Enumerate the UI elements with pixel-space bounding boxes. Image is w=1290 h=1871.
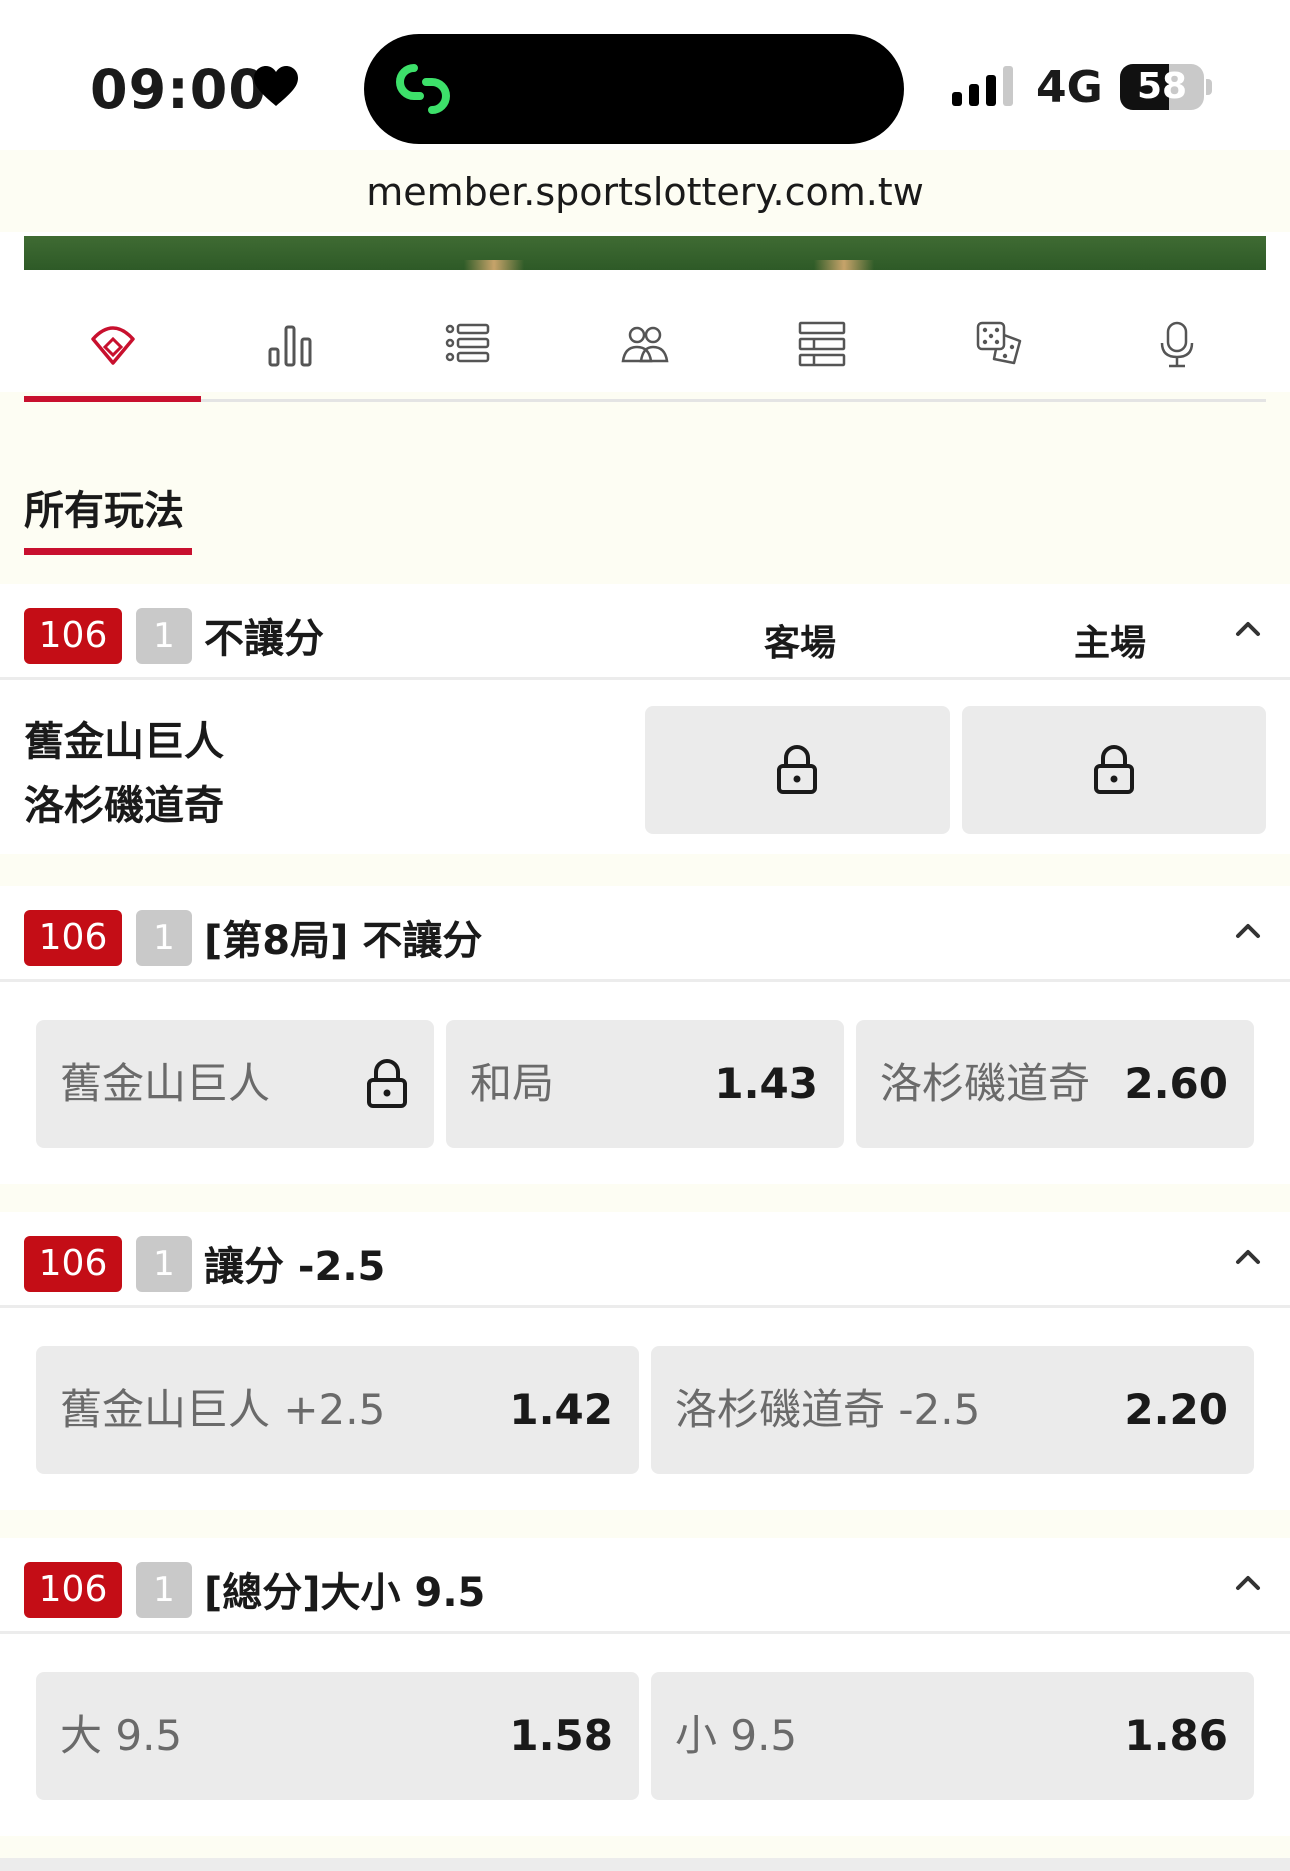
microphone-icon [1160, 321, 1194, 367]
option-odds: 1.43 [714, 1059, 818, 1108]
list-icon [445, 323, 489, 362]
market-number-badge: 1 [136, 608, 192, 664]
nav-tabs [24, 290, 1266, 402]
team-home-name: 洛杉磯道奇 [24, 783, 224, 829]
option-label: 舊金山巨人 +2.5 [60, 1385, 386, 1434]
chevron-up-icon[interactable] [1232, 914, 1264, 946]
column-home: 主場 [1073, 623, 1146, 664]
odds-option[interactable]: 和局 1.43 [446, 1020, 844, 1148]
game-code-badge: 106 [24, 608, 122, 664]
tab-players[interactable] [556, 290, 733, 399]
chevron-up-icon[interactable] [1232, 612, 1264, 644]
odds-option[interactable]: 洛杉磯道奇 -2.5 2.20 [651, 1346, 1254, 1474]
option-odds: 2.60 [1124, 1059, 1228, 1108]
tab-field[interactable] [24, 290, 202, 402]
tab-list[interactable] [379, 290, 556, 399]
battery-indicator: 58 [1120, 64, 1212, 110]
status-bar: 09:00 4G 58 member.sportslottery.com.tw [0, 0, 1290, 214]
team-away-name: 舊金山巨人 [24, 719, 224, 765]
market-number-badge: 1 [136, 1562, 192, 1618]
column-away: 客場 [763, 623, 836, 664]
tab-audio[interactable] [1089, 290, 1266, 399]
odds-option[interactable]: 舊金山巨人 +2.5 1.42 [36, 1346, 639, 1474]
option-label: 舊金山巨人 [60, 1059, 271, 1108]
dice-icon [976, 321, 1022, 364]
market-handicap: 106 1 讓分 -2.5 舊金山巨人 +2.5 1.42 洛杉磯道奇 -2.5… [0, 1212, 1290, 1510]
players-icon [621, 326, 669, 362]
option-odds: 1.58 [509, 1711, 613, 1760]
option-label: 和局 [470, 1059, 555, 1108]
browser-url[interactable]: member.sportslottery.com.tw [0, 170, 1290, 214]
market-moneyline: 106 1 不讓分 客場 主場 舊金山巨人 洛杉磯道奇 [0, 584, 1290, 854]
game-header [0, 232, 1290, 402]
baseball-field-icon [90, 325, 135, 365]
game-code-badge: 106 [24, 910, 122, 966]
market-name: [總分]大小 9.5 [204, 1570, 486, 1616]
battery-percent: 58 [1136, 66, 1188, 107]
market-header[interactable]: 106 1 讓分 -2.5 [0, 1212, 1290, 1308]
clock: 09:00 [90, 58, 267, 121]
option-odds: 2.20 [1124, 1385, 1228, 1434]
option-label: 洛杉磯道奇 [880, 1059, 1091, 1108]
market-inning8-moneyline: 106 1 [第8局] 不讓分 舊金山巨人 和局 1.43 洛杉磯道奇 2.60 [0, 886, 1290, 1184]
odds-option[interactable]: 洛杉磯道奇 2.60 [856, 1020, 1254, 1148]
team-names: 舊金山巨人 洛杉磯道奇 [24, 710, 224, 838]
section-underline [24, 548, 192, 555]
option-label: 小 9.5 [675, 1711, 798, 1760]
lock-icon [1094, 745, 1134, 794]
market-total: 106 1 [總分]大小 9.5 大 9.5 1.58 小 9.5 1.86 [0, 1538, 1290, 1836]
bar-chart-icon [268, 325, 312, 366]
game-code-badge: 106 [24, 1562, 122, 1618]
field-banner [24, 236, 1266, 270]
bottom-divider [0, 1858, 1290, 1871]
market-header[interactable]: 106 1 不讓分 客場 主場 [0, 584, 1290, 680]
odds-away-locked[interactable] [645, 706, 950, 834]
table-icon [799, 321, 846, 366]
dynamic-island [364, 34, 904, 144]
network-type: 4G [1036, 62, 1103, 113]
odds-option[interactable]: 大 9.5 1.58 [36, 1672, 639, 1800]
heart-icon [254, 66, 298, 106]
chevron-up-icon[interactable] [1232, 1240, 1264, 1272]
market-header[interactable]: 106 1 [總分]大小 9.5 [0, 1538, 1290, 1634]
tab-table[interactable] [734, 290, 911, 399]
market-name: 不讓分 [204, 616, 324, 662]
game-code-badge: 106 [24, 1236, 122, 1292]
odds-home-locked[interactable] [962, 706, 1266, 834]
chevron-up-icon[interactable] [1232, 1566, 1264, 1598]
option-label: 洛杉磯道奇 -2.5 [675, 1385, 981, 1434]
odds-option[interactable]: 舊金山巨人 [36, 1020, 434, 1148]
option-label: 大 9.5 [60, 1711, 183, 1760]
lock-icon [367, 1059, 407, 1108]
lock-icon [777, 745, 817, 794]
line-app-icon [396, 64, 450, 114]
market-number-badge: 1 [136, 1236, 192, 1292]
option-odds: 1.86 [1124, 1711, 1228, 1760]
market-name: 讓分 -2.5 [204, 1244, 386, 1290]
option-odds: 1.42 [509, 1385, 613, 1434]
odds-option[interactable]: 小 9.5 1.86 [651, 1672, 1254, 1800]
tab-stats[interactable] [201, 290, 378, 399]
signal-icon [952, 66, 1013, 106]
market-header[interactable]: 106 1 [第8局] 不讓分 [0, 886, 1290, 982]
tab-games[interactable] [911, 290, 1088, 399]
market-number-badge: 1 [136, 910, 192, 966]
section-title[interactable]: 所有玩法 [24, 478, 184, 536]
market-name: [第8局] 不讓分 [204, 918, 483, 964]
